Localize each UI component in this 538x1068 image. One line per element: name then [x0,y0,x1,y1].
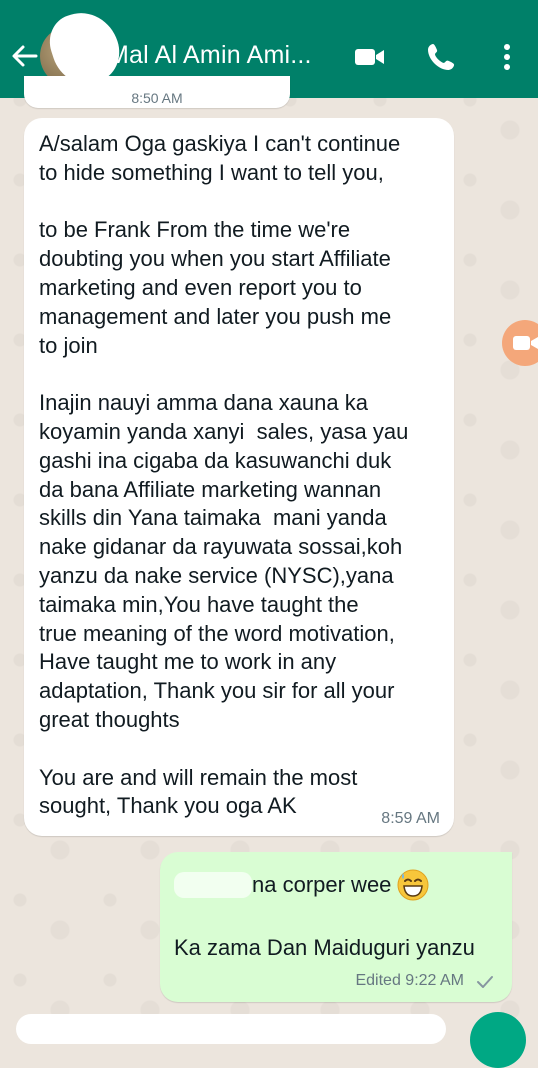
outgoing-message-status: Edited 9:22 AM [355,972,464,989]
timestamp-chip-text: 8:50 AM [131,90,183,106]
timestamp-chip: 8:50 AM [24,76,290,108]
outgoing-message-line2: Ka zama Dan Maiduguri yanzu [174,935,475,960]
message-input[interactable] [16,1014,446,1044]
phone-icon[interactable] [424,40,458,74]
video-call-icon[interactable] [352,40,386,74]
grinning-sweat-emoji [396,868,430,902]
redacted-text [174,872,252,898]
video-camera-icon [512,333,538,353]
contact-name[interactable]: Mal Al Amin Ami... [108,41,312,70]
outgoing-message[interactable]: na corper wee Ka zama Dan Maiduguri yanz… [160,852,512,1002]
incoming-message-text: A/salam Oga gaskiya I can't continue to … [39,131,409,819]
incoming-message[interactable]: A/salam Oga gaskiya I can't continue to … [24,118,454,836]
mic-button[interactable] [470,1012,526,1068]
single-check-icon [476,975,494,989]
back-arrow-icon[interactable] [8,40,40,72]
incoming-message-time: 8:59 AM [381,810,440,827]
outgoing-message-line1: na corper wee [252,872,392,897]
more-options-icon[interactable] [490,40,524,74]
